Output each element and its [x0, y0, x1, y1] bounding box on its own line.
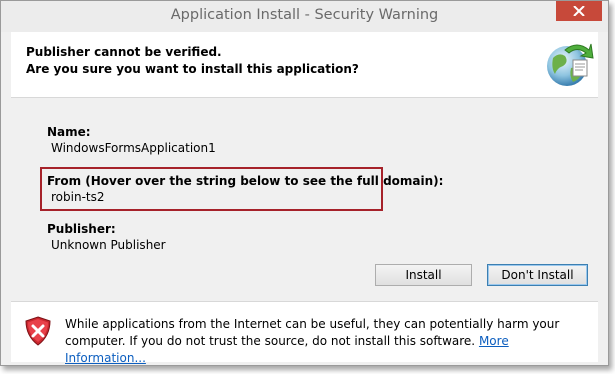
- from-label: From (Hover over the string below to see…: [47, 174, 444, 188]
- close-icon: [573, 6, 585, 16]
- from-value[interactable]: robin-ts2: [51, 190, 105, 204]
- globe-install-icon: [547, 43, 594, 86]
- warning-text: While applications from the Internet can…: [65, 316, 585, 367]
- install-button[interactable]: Install: [375, 264, 472, 286]
- publisher-label: Publisher:: [47, 222, 116, 236]
- title-bar[interactable]: Application Install - Security Warning: [1, 1, 608, 32]
- header-warning: Publisher cannot be verified.: [26, 45, 222, 59]
- close-button[interactable]: [556, 1, 602, 21]
- dialog-header: Publisher cannot be verified. Are you su…: [11, 32, 598, 98]
- shield-x-icon: [25, 316, 51, 346]
- warning-footer: While applications from the Internet can…: [11, 301, 598, 365]
- window-title: Application Install - Security Warning: [170, 7, 439, 23]
- name-label: Name:: [47, 125, 91, 139]
- header-question: Are you sure you want to install this ap…: [26, 62, 359, 76]
- install-dialog: Application Install - Security Warning P…: [0, 0, 609, 366]
- dont-install-button[interactable]: Don't Install: [487, 264, 588, 286]
- name-value: WindowsFormsApplication1: [51, 141, 216, 155]
- publisher-value: Unknown Publisher: [51, 238, 166, 252]
